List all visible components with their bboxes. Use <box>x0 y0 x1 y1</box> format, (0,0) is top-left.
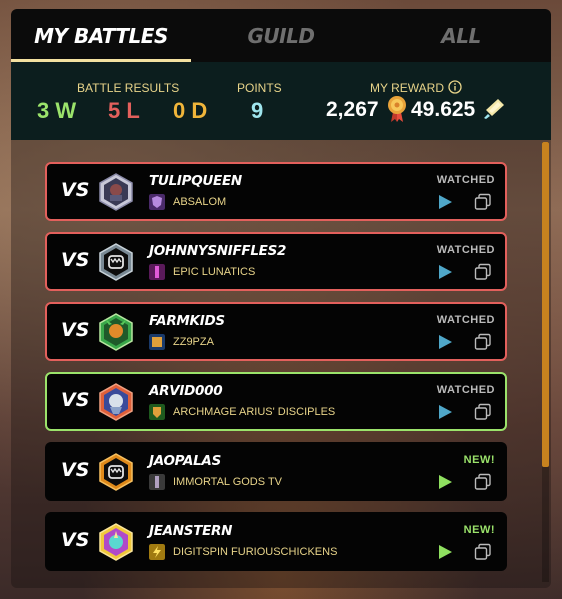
unicorn-avatar-icon[interactable] <box>97 523 135 561</box>
vs-label: VS <box>61 319 90 341</box>
goblin-avatar-icon[interactable] <box>97 313 135 351</box>
guild-name[interactable]: ARCHMAGE ARIUS' DISCIPLES <box>173 406 335 418</box>
battle-card[interactable]: VS ARVID000 ARCHMAGE ARIUS' DISCIPLES WA… <box>45 372 507 431</box>
play-icon[interactable] <box>437 404 453 420</box>
info-icon[interactable] <box>448 80 462 94</box>
vs-label: VS <box>61 389 90 411</box>
guild-name[interactable]: ZZ9PZA <box>173 336 214 348</box>
play-icon[interactable] <box>437 194 453 210</box>
copy-icon[interactable] <box>474 263 492 281</box>
status-badge: WATCHED <box>436 174 495 186</box>
guild-name[interactable]: ABSALOM <box>173 196 226 208</box>
play-icon[interactable] <box>437 544 453 560</box>
default-monster-avatar-icon[interactable] <box>97 243 135 281</box>
play-icon[interactable] <box>437 474 453 490</box>
copy-icon[interactable] <box>474 403 492 421</box>
reward-merits-value: 2,267 <box>326 98 379 121</box>
yellow-crest-icon <box>149 544 165 560</box>
default-monster-avatar-icon[interactable] <box>97 453 135 491</box>
status-badge: WATCHED <box>436 314 495 326</box>
opponent-name[interactable]: TULIPQUEEN <box>149 173 242 189</box>
opponent-name[interactable]: ARVID000 <box>149 383 223 399</box>
battle-card[interactable]: VS JAOPALAS IMMORTAL GODS TV NEW! <box>45 442 507 501</box>
tab-my-battles[interactable]: MY BATTLES <box>11 9 191 62</box>
battle-results-label: BATTLE RESULTS <box>77 81 180 95</box>
vs-label: VS <box>61 459 90 481</box>
new-badge: NEW! <box>463 524 495 536</box>
blue-crest-icon <box>149 334 165 350</box>
copy-icon[interactable] <box>474 333 492 351</box>
copy-icon[interactable] <box>474 473 492 491</box>
mech-robot-avatar-icon[interactable] <box>97 173 135 211</box>
scrollbar-thumb[interactable] <box>542 142 549 467</box>
points-label: POINTS <box>237 81 282 95</box>
vs-label: VS <box>61 529 90 551</box>
opponent-name[interactable]: JOHNNYSNIFFLES2 <box>149 243 286 259</box>
status-badge: WATCHED <box>436 384 495 396</box>
wizard-avatar-icon[interactable] <box>97 383 135 421</box>
battle-card[interactable]: VS JEANSTERN DIGITSPIN FURIOUSCHICKENS N… <box>45 512 507 571</box>
scrollbar[interactable] <box>542 142 549 582</box>
tab-bar: MY BATTLES GUILD ALL <box>11 9 551 62</box>
reward-sps-value: 49.625 <box>411 98 476 121</box>
guild-name[interactable]: IMMORTAL GODS TV <box>173 476 282 488</box>
merits-medal-icon <box>388 96 406 122</box>
sps-token-icon <box>484 99 504 119</box>
play-icon[interactable] <box>437 334 453 350</box>
opponent-name[interactable]: JAOPALAS <box>149 453 221 469</box>
purple-crest-icon <box>149 194 165 210</box>
reward-label: MY REWARD <box>370 81 445 95</box>
guild-name[interactable]: DIGITSPIN FURIOUSCHICKENS <box>173 546 337 558</box>
vs-label: VS <box>61 179 90 201</box>
status-badge: WATCHED <box>436 244 495 256</box>
opponent-name[interactable]: FARMKIDS <box>149 313 225 329</box>
play-icon[interactable] <box>437 264 453 280</box>
battle-list[interactable]: VS TULIPQUEEN ABSALOM WATCHED VS JOHNNYS… <box>11 140 551 588</box>
battle-card[interactable]: VS JOHNNYSNIFFLES2 EPIC LUNATICS WATCHED <box>45 232 507 291</box>
wins-value: 3 W <box>37 98 77 123</box>
battles-panel: MY BATTLES GUILD ALL BATTLE RESULTS 3 W … <box>11 9 551 588</box>
draws-value: 0 D <box>173 98 208 123</box>
points-value: 9 <box>251 98 264 123</box>
stats-bar: BATTLE RESULTS 3 W 5 L 0 D POINTS 9 MY R… <box>11 62 551 140</box>
opponent-name[interactable]: JEANSTERN <box>149 523 232 539</box>
copy-icon[interactable] <box>474 193 492 211</box>
losses-value: 5 L <box>108 98 140 123</box>
battle-card[interactable]: VS FARMKIDS ZZ9PZA WATCHED <box>45 302 507 361</box>
guild-name[interactable]: EPIC LUNATICS <box>173 266 255 278</box>
tab-all[interactable]: ALL <box>371 9 551 62</box>
grey-crest-icon <box>149 474 165 490</box>
vs-label: VS <box>61 249 90 271</box>
copy-icon[interactable] <box>474 543 492 561</box>
green-crest-icon <box>149 404 165 420</box>
magenta-crest-icon <box>149 264 165 280</box>
battle-card[interactable]: VS TULIPQUEEN ABSALOM WATCHED <box>45 162 507 221</box>
new-badge: NEW! <box>463 454 495 466</box>
tab-guild[interactable]: GUILD <box>191 9 371 62</box>
